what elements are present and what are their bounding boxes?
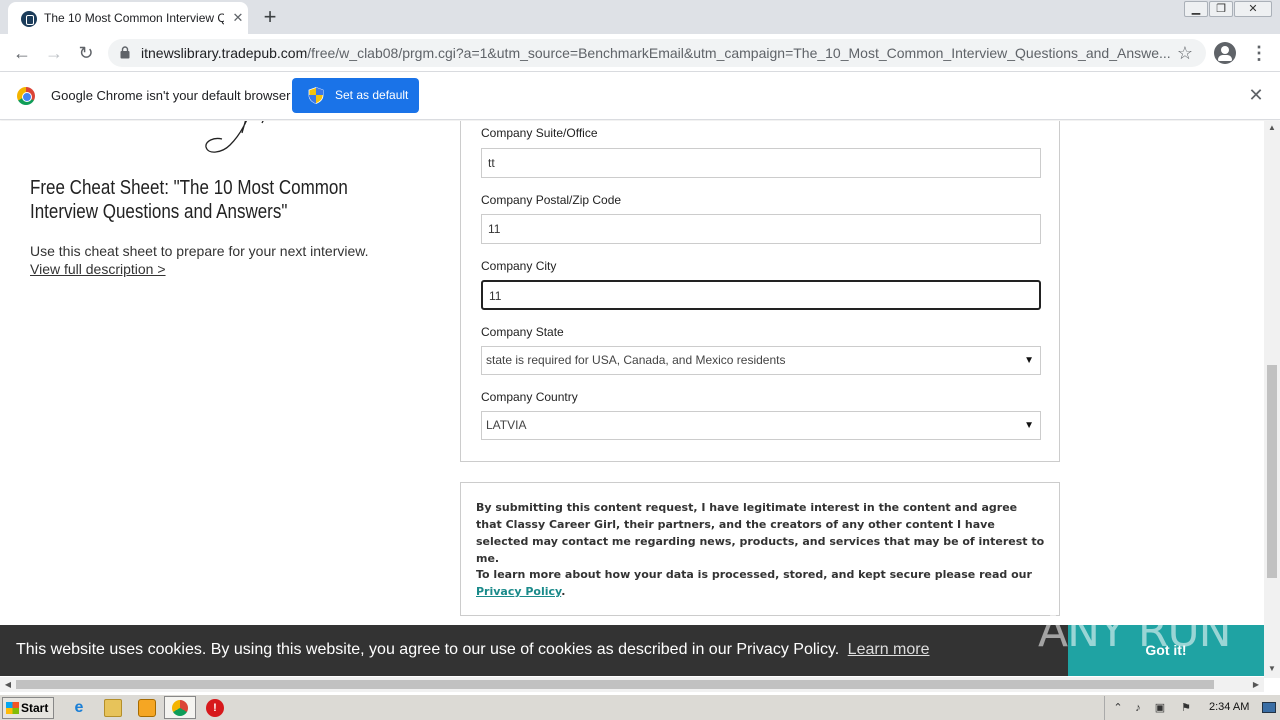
system-tray: ⌃ ♪ ▣ ⚑ 2:34 AM xyxy=(1104,696,1280,720)
page-content: Free Cheat Sheet: "The 10 Most Common In… xyxy=(0,121,1264,678)
browser-toolbar: ← → ↻ itnewslibrary.tradepub.com/free/w_… xyxy=(0,34,1280,72)
internet-explorer-icon[interactable]: e xyxy=(70,699,88,717)
cheat-sheet-description: Use this cheat sheet to prepare for your… xyxy=(30,243,369,259)
infobar-close-icon[interactable]: ✕ xyxy=(1246,85,1266,105)
window-close-button[interactable]: ✕ xyxy=(1234,1,1272,17)
network-icon[interactable]: ▣ xyxy=(1153,701,1167,715)
start-button[interactable]: Start xyxy=(2,697,54,719)
horizontal-scroll-thumb[interactable] xyxy=(16,680,1214,689)
default-browser-infobar: Google Chrome isn't your default browser… xyxy=(0,72,1280,120)
city-input[interactable]: 11 xyxy=(481,280,1041,310)
learn-more-link[interactable]: Learn more xyxy=(848,641,930,658)
chrome-icon xyxy=(172,700,188,716)
scroll-right-arrow-icon[interactable]: ▶ xyxy=(1248,677,1264,692)
profile-icon[interactable] xyxy=(1214,42,1236,64)
tab-strip: The 10 Most Common Interview Que ✕ + ▁ ❐… xyxy=(0,0,1280,34)
scroll-up-arrow-icon[interactable]: ▲ xyxy=(1264,121,1280,135)
windows-taskbar: Start e ! ⌃ ♪ ▣ ⚑ 2:34 AM xyxy=(0,694,1280,720)
stop-icon[interactable]: ! xyxy=(206,699,224,717)
privacy-notice: To learn more about how your data is pro… xyxy=(476,566,1046,600)
shield-icon xyxy=(308,87,324,104)
privacy-prefix: To learn more about how your data is pro… xyxy=(476,568,1032,581)
media-player-icon[interactable] xyxy=(138,699,156,717)
tradepub-favicon-icon xyxy=(21,11,37,27)
infobar-message: Google Chrome isn't your default browser xyxy=(51,88,291,103)
state-select[interactable]: state is required for USA, Canada, and M… xyxy=(481,346,1041,375)
window-restore-button[interactable]: ❐ xyxy=(1209,1,1233,17)
taskbar-chrome-button[interactable] xyxy=(164,696,196,719)
cookie-message: This website uses cookies. By using this… xyxy=(16,641,930,659)
tab-close-icon[interactable]: ✕ xyxy=(230,10,246,26)
company-form: Company Suite/Office tt Company Postal/Z… xyxy=(460,121,1060,462)
tray-expand-icon[interactable]: ⌃ xyxy=(1111,701,1125,715)
suite-input[interactable]: tt xyxy=(481,148,1041,178)
lock-icon xyxy=(120,46,130,59)
horizontal-scrollbar[interactable]: ◀ ▶ xyxy=(0,677,1264,692)
consent-box: By submitting this content request, I ha… xyxy=(460,482,1060,616)
star-icon[interactable]: ☆ xyxy=(1174,42,1196,64)
cheat-sheet-title: Free Cheat Sheet: "The 10 Most Common In… xyxy=(30,177,348,223)
city-label: Company City xyxy=(481,259,557,273)
start-label: Start xyxy=(21,701,49,715)
state-select-value: state is required for USA, Canada, and M… xyxy=(486,353,786,367)
folder-icon[interactable] xyxy=(104,699,122,717)
vertical-scrollbar[interactable]: ▲ ▼ xyxy=(1264,121,1280,678)
consent-text: By submitting this content request, I ha… xyxy=(476,501,1045,565)
url-path: /free/w_clab08/prgm.cgi?a=1&utm_source=B… xyxy=(307,45,1171,61)
signature-graphic-icon xyxy=(205,121,264,153)
state-label: Company State xyxy=(481,325,564,339)
reload-icon[interactable]: ↻ xyxy=(73,40,99,66)
vertical-scroll-thumb[interactable] xyxy=(1267,365,1277,578)
country-select-value: LATVIA xyxy=(486,418,527,432)
url-host: itnewslibrary.tradepub.com xyxy=(141,45,308,61)
forward-arrow-icon[interactable]: → xyxy=(41,40,67,66)
postal-label: Company Postal/Zip Code xyxy=(481,193,622,207)
country-label: Company Country xyxy=(481,390,578,404)
privacy-policy-link[interactable]: Privacy Policy xyxy=(476,585,561,598)
set-as-default-button[interactable]: Set as default xyxy=(292,78,419,113)
postal-input[interactable]: 11 xyxy=(481,214,1041,244)
dropdown-arrow-icon: ▼ xyxy=(1024,355,1034,366)
dropdown-arrow-icon: ▼ xyxy=(1024,420,1034,431)
address-bar[interactable]: itnewslibrary.tradepub.com/free/w_clab08… xyxy=(108,39,1206,67)
action-center-flag-icon[interactable]: ⚑ xyxy=(1179,701,1193,715)
url-text[interactable]: itnewslibrary.tradepub.com/free/w_clab08… xyxy=(141,45,1171,62)
window-minimize-button[interactable]: ▁ xyxy=(1184,1,1208,17)
set-as-default-label: Set as default xyxy=(335,88,409,102)
anyrun-watermark: ANY RUN xyxy=(1038,606,1232,657)
view-full-description-link[interactable]: View full description > xyxy=(30,261,166,277)
new-tab-plus-icon[interactable]: + xyxy=(258,5,282,29)
chrome-logo-icon xyxy=(17,87,35,105)
privacy-suffix: . xyxy=(561,585,566,598)
windows-logo-icon xyxy=(6,702,19,714)
suite-label: Company Suite/Office xyxy=(481,126,598,140)
scroll-down-arrow-icon[interactable]: ▼ xyxy=(1264,662,1280,676)
cookie-text: This website uses cookies. By using this… xyxy=(16,641,840,658)
clock[interactable]: 2:34 AM xyxy=(1209,701,1249,713)
country-select[interactable]: LATVIA ▼ xyxy=(481,411,1041,440)
menu-icon[interactable]: ⋮ xyxy=(1250,42,1268,64)
back-arrow-icon[interactable]: ← xyxy=(9,40,35,66)
browser-tab[interactable]: The 10 Most Common Interview Que ✕ xyxy=(8,2,248,34)
tab-title: The 10 Most Common Interview Que xyxy=(44,11,224,25)
speaker-icon[interactable]: ♪ xyxy=(1131,701,1145,715)
show-desktop-icon[interactable] xyxy=(1262,702,1276,713)
scroll-left-arrow-icon[interactable]: ◀ xyxy=(0,677,16,692)
